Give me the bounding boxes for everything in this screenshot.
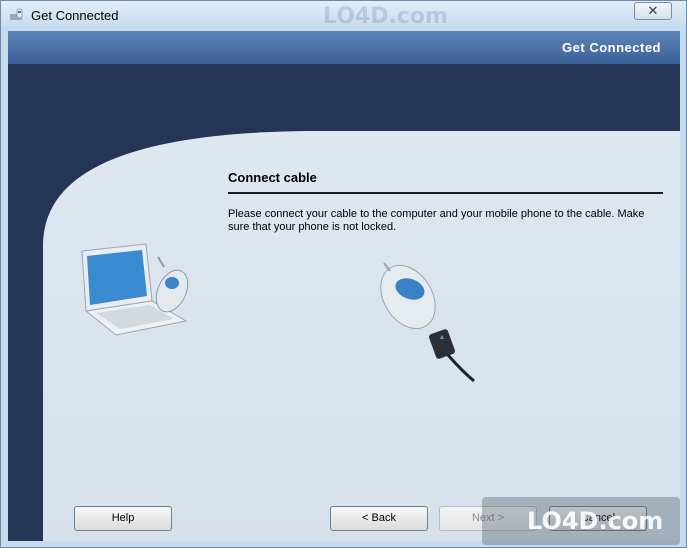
laptop-phone-illustration: [81, 243, 189, 336]
back-button[interactable]: < Back: [330, 506, 428, 531]
wizard-client-area: Get Connected Connect cable Please conne…: [8, 31, 680, 541]
watermark-top: LO4D.com: [323, 4, 448, 29]
help-button[interactable]: Help: [74, 506, 172, 531]
title-bar[interactable]: Get Connected LO4D.com ✕: [1, 1, 686, 30]
window-title: Get Connected: [31, 8, 119, 23]
wizard-window: Get Connected LO4D.com ✕ Get Connected C…: [0, 0, 687, 548]
instruction-text: Please connect your cable to the compute…: [228, 208, 645, 233]
app-phone-icon: [10, 8, 23, 20]
phone-cable-illustration: [380, 262, 475, 383]
watermark-badge: LO4D.com: [482, 497, 680, 545]
watermark-text: LO4D.com: [527, 507, 664, 535]
section-divider: [228, 192, 663, 194]
section-title: Connect cable: [228, 170, 317, 185]
close-button[interactable]: ✕: [634, 2, 672, 20]
